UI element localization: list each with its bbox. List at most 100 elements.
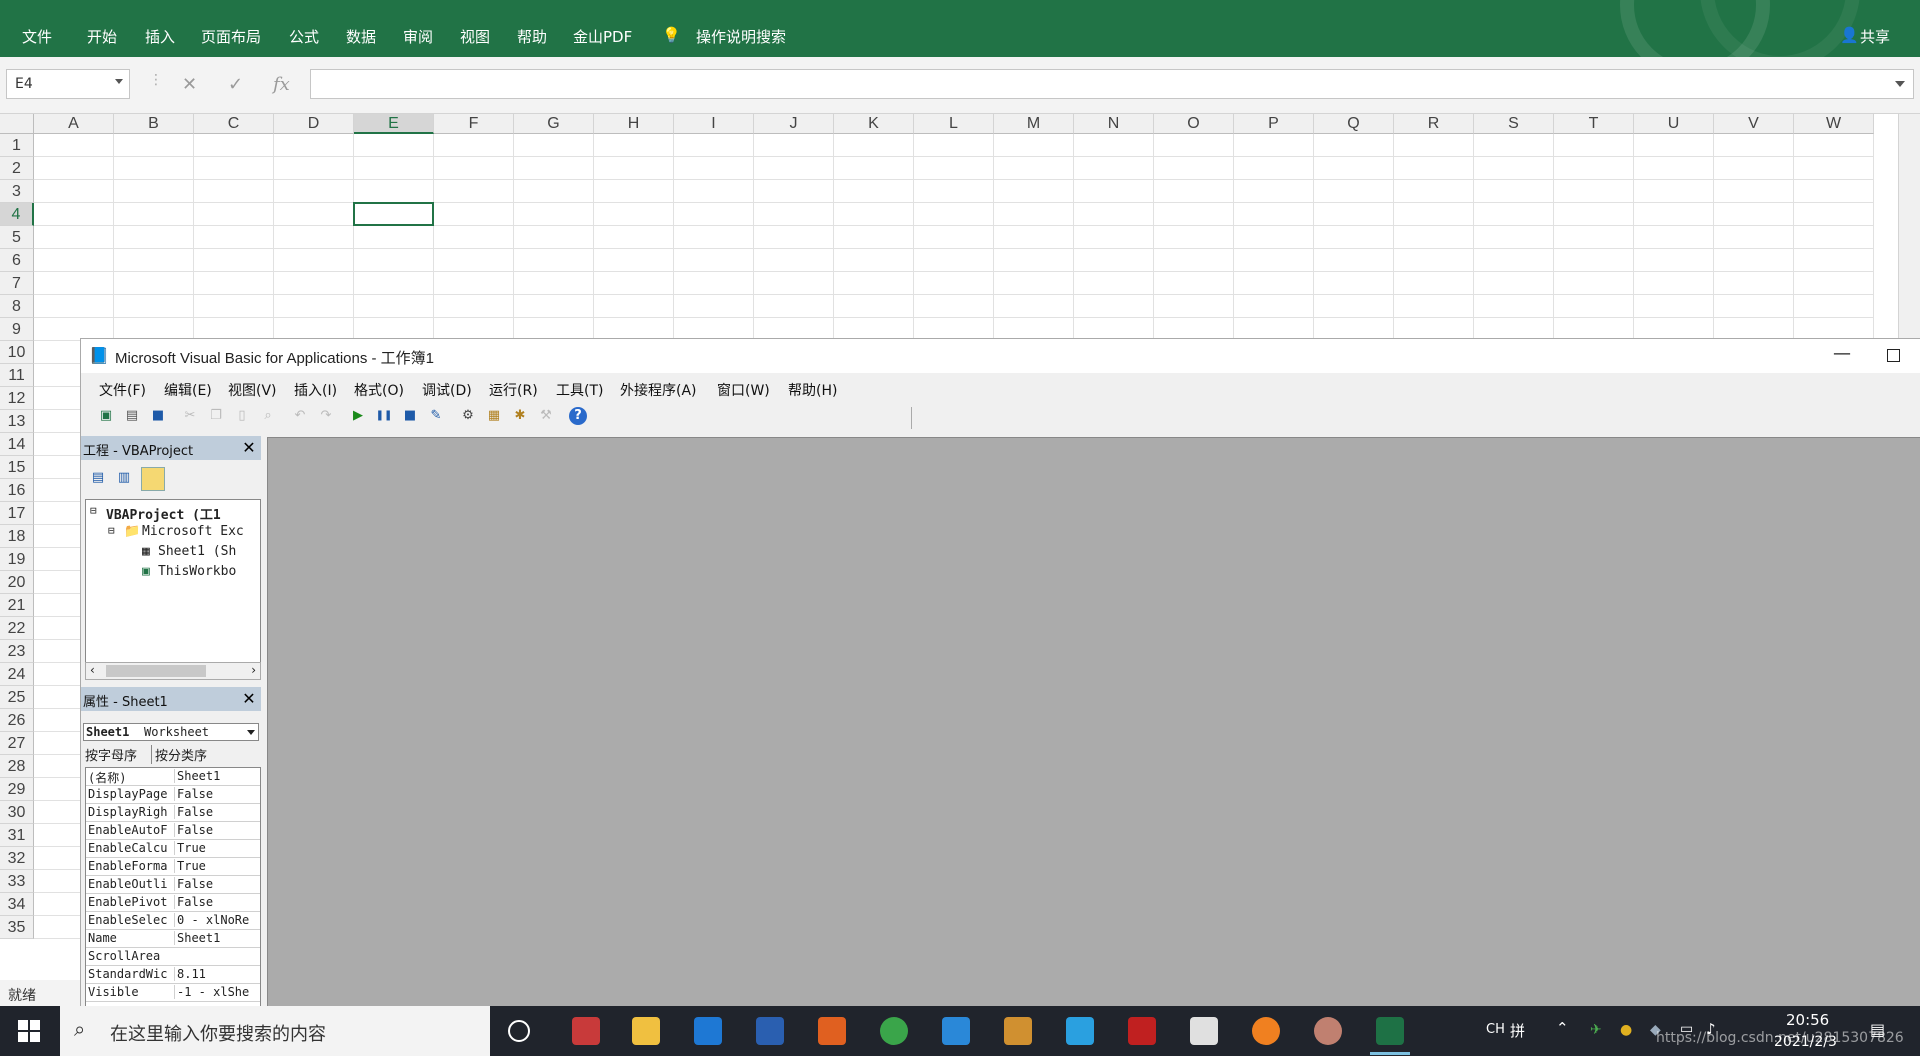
collapse-icon[interactable]: ⊟ bbox=[90, 504, 97, 517]
tab-help[interactable]: 帮助 bbox=[517, 26, 547, 47]
horizontal-scrollbar[interactable]: ‹ › bbox=[85, 662, 261, 680]
row-header-12[interactable]: 12 bbox=[0, 387, 34, 410]
close-icon[interactable]: ✕ bbox=[239, 438, 259, 458]
column-header-h[interactable]: H bbox=[594, 114, 674, 134]
share-button[interactable]: 共享 bbox=[1860, 26, 1890, 47]
row-header-32[interactable]: 32 bbox=[0, 847, 34, 870]
cut-icon[interactable]: ✂ bbox=[181, 407, 199, 425]
property-row[interactable]: StandardWic 8.11 bbox=[86, 966, 260, 984]
row-header-7[interactable]: 7 bbox=[0, 272, 34, 295]
column-header-n[interactable]: N bbox=[1074, 114, 1154, 134]
project-tree[interactable]: ⊟ VBAProject (工1 ⊟ 📁 Microsoft Exc ▦ She… bbox=[85, 499, 261, 665]
property-value[interactable]: False bbox=[174, 895, 260, 909]
reset-icon[interactable]: ■ bbox=[401, 407, 419, 425]
property-row[interactable]: EnableSelec 0 - xlNoRe bbox=[86, 912, 260, 930]
python-icon[interactable] bbox=[1190, 1017, 1218, 1045]
redo-icon[interactable]: ↷ bbox=[317, 407, 335, 425]
outlook-icon[interactable] bbox=[694, 1017, 722, 1045]
view-excel-icon[interactable]: ▣ bbox=[97, 407, 115, 425]
select-all-corner[interactable] bbox=[0, 114, 34, 134]
row-header-25[interactable]: 25 bbox=[0, 686, 34, 709]
column-header-e[interactable]: E bbox=[354, 114, 434, 134]
menu-run[interactable]: 运行(R) bbox=[489, 380, 538, 400]
powershell-icon[interactable] bbox=[756, 1017, 784, 1045]
column-header-a[interactable]: A bbox=[34, 114, 114, 134]
property-value[interactable]: 0 - xlNoRe bbox=[174, 913, 260, 927]
row-header-11[interactable]: 11 bbox=[0, 364, 34, 387]
app-icon[interactable] bbox=[572, 1017, 600, 1045]
save-icon[interactable]: ■ bbox=[149, 407, 167, 425]
find-icon[interactable]: ⌕ bbox=[259, 407, 277, 425]
menu-debug[interactable]: 调试(D) bbox=[422, 380, 472, 400]
tab-review[interactable]: 审阅 bbox=[403, 26, 433, 47]
toggle-folders-icon[interactable] bbox=[141, 467, 165, 491]
row-header-18[interactable]: 18 bbox=[0, 525, 34, 548]
row-header-30[interactable]: 30 bbox=[0, 801, 34, 824]
property-value[interactable]: False bbox=[174, 823, 260, 837]
file-explorer-icon[interactable] bbox=[632, 1017, 660, 1045]
property-value[interactable]: False bbox=[174, 877, 260, 891]
column-header-m[interactable]: M bbox=[994, 114, 1074, 134]
property-row[interactable]: EnableForma True bbox=[86, 858, 260, 876]
tree-item-vbaproject[interactable]: VBAProject (工1 bbox=[106, 504, 221, 523]
property-row[interactable]: (名称) Sheet1 bbox=[86, 768, 260, 786]
view-object-icon[interactable]: ▥ bbox=[115, 469, 133, 487]
property-value[interactable]: 8.11 bbox=[174, 967, 260, 981]
column-header-p[interactable]: P bbox=[1234, 114, 1314, 134]
tree-item-excel-objects[interactable]: Microsoft Exc bbox=[142, 524, 244, 539]
column-header-f[interactable]: F bbox=[434, 114, 514, 134]
property-row[interactable]: ScrollArea bbox=[86, 948, 260, 966]
tray-icon[interactable]: ● bbox=[1620, 1022, 1632, 1038]
insert-function-icon[interactable]: fx bbox=[273, 74, 290, 95]
row-header-15[interactable]: 15 bbox=[0, 456, 34, 479]
tab-page-layout[interactable]: 页面布局 bbox=[201, 26, 261, 47]
menu-tools[interactable]: 工具(T) bbox=[556, 380, 603, 400]
git-icon[interactable] bbox=[1004, 1017, 1032, 1045]
column-header-o[interactable]: O bbox=[1154, 114, 1234, 134]
row-header-33[interactable]: 33 bbox=[0, 870, 34, 893]
toolbar-overflow-icon[interactable] bbox=[911, 407, 923, 429]
object-browser-icon[interactable]: ✱ bbox=[511, 407, 529, 425]
property-value[interactable]: False bbox=[174, 787, 260, 801]
menu-window[interactable]: 窗口(W) bbox=[717, 380, 770, 400]
property-value[interactable]: True bbox=[174, 841, 260, 855]
row-header-24[interactable]: 24 bbox=[0, 663, 34, 686]
help-icon[interactable]: ? bbox=[569, 407, 587, 425]
tab-kingsoft-pdf[interactable]: 金山PDF bbox=[573, 26, 632, 47]
project-explorer-icon[interactable]: ⚙ bbox=[459, 407, 477, 425]
tab-view[interactable]: 视图 bbox=[460, 26, 490, 47]
menu-addins[interactable]: 外接程序(A) bbox=[620, 380, 697, 400]
row-header-14[interactable]: 14 bbox=[0, 433, 34, 456]
insert-userform-icon[interactable]: ▤ bbox=[123, 407, 141, 425]
tab-data[interactable]: 数据 bbox=[346, 26, 376, 47]
menu-format[interactable]: 格式(O) bbox=[354, 380, 404, 400]
vscode-icon[interactable] bbox=[942, 1017, 970, 1045]
property-value[interactable]: Sheet1 bbox=[174, 769, 260, 783]
scroll-thumb[interactable] bbox=[106, 665, 206, 677]
row-header-22[interactable]: 22 bbox=[0, 617, 34, 640]
column-header-w[interactable]: W bbox=[1794, 114, 1874, 134]
property-row[interactable]: Name Sheet1 bbox=[86, 930, 260, 948]
properties-grid[interactable]: (名称) Sheet1 DisplayPage False DisplayRigh Fal… bbox=[85, 767, 261, 1007]
excel-icon[interactable] bbox=[1376, 1017, 1404, 1045]
expand-formula-icon[interactable] bbox=[1895, 81, 1905, 87]
row-header-31[interactable]: 31 bbox=[0, 824, 34, 847]
name-box[interactable]: E4 bbox=[6, 69, 130, 99]
chevron-down-icon[interactable] bbox=[115, 79, 123, 84]
scroll-right-icon[interactable]: › bbox=[251, 663, 256, 677]
row-header-2[interactable]: 2 bbox=[0, 157, 34, 180]
telegram-icon[interactable] bbox=[1066, 1017, 1094, 1045]
column-header-r[interactable]: R bbox=[1394, 114, 1474, 134]
column-header-q[interactable]: Q bbox=[1314, 114, 1394, 134]
row-header-35[interactable]: 35 bbox=[0, 916, 34, 939]
selected-cell[interactable] bbox=[353, 202, 434, 226]
property-row[interactable]: EnableCalcu True bbox=[86, 840, 260, 858]
chevron-down-icon[interactable] bbox=[247, 730, 255, 735]
menu-view[interactable]: 视图(V) bbox=[228, 380, 277, 400]
row-header-9[interactable]: 9 bbox=[0, 318, 34, 341]
row-header-17[interactable]: 17 bbox=[0, 502, 34, 525]
row-header-10[interactable]: 10 bbox=[0, 341, 34, 364]
scroll-left-icon[interactable]: ‹ bbox=[90, 663, 95, 677]
row-header-23[interactable]: 23 bbox=[0, 640, 34, 663]
row-header-8[interactable]: 8 bbox=[0, 295, 34, 318]
